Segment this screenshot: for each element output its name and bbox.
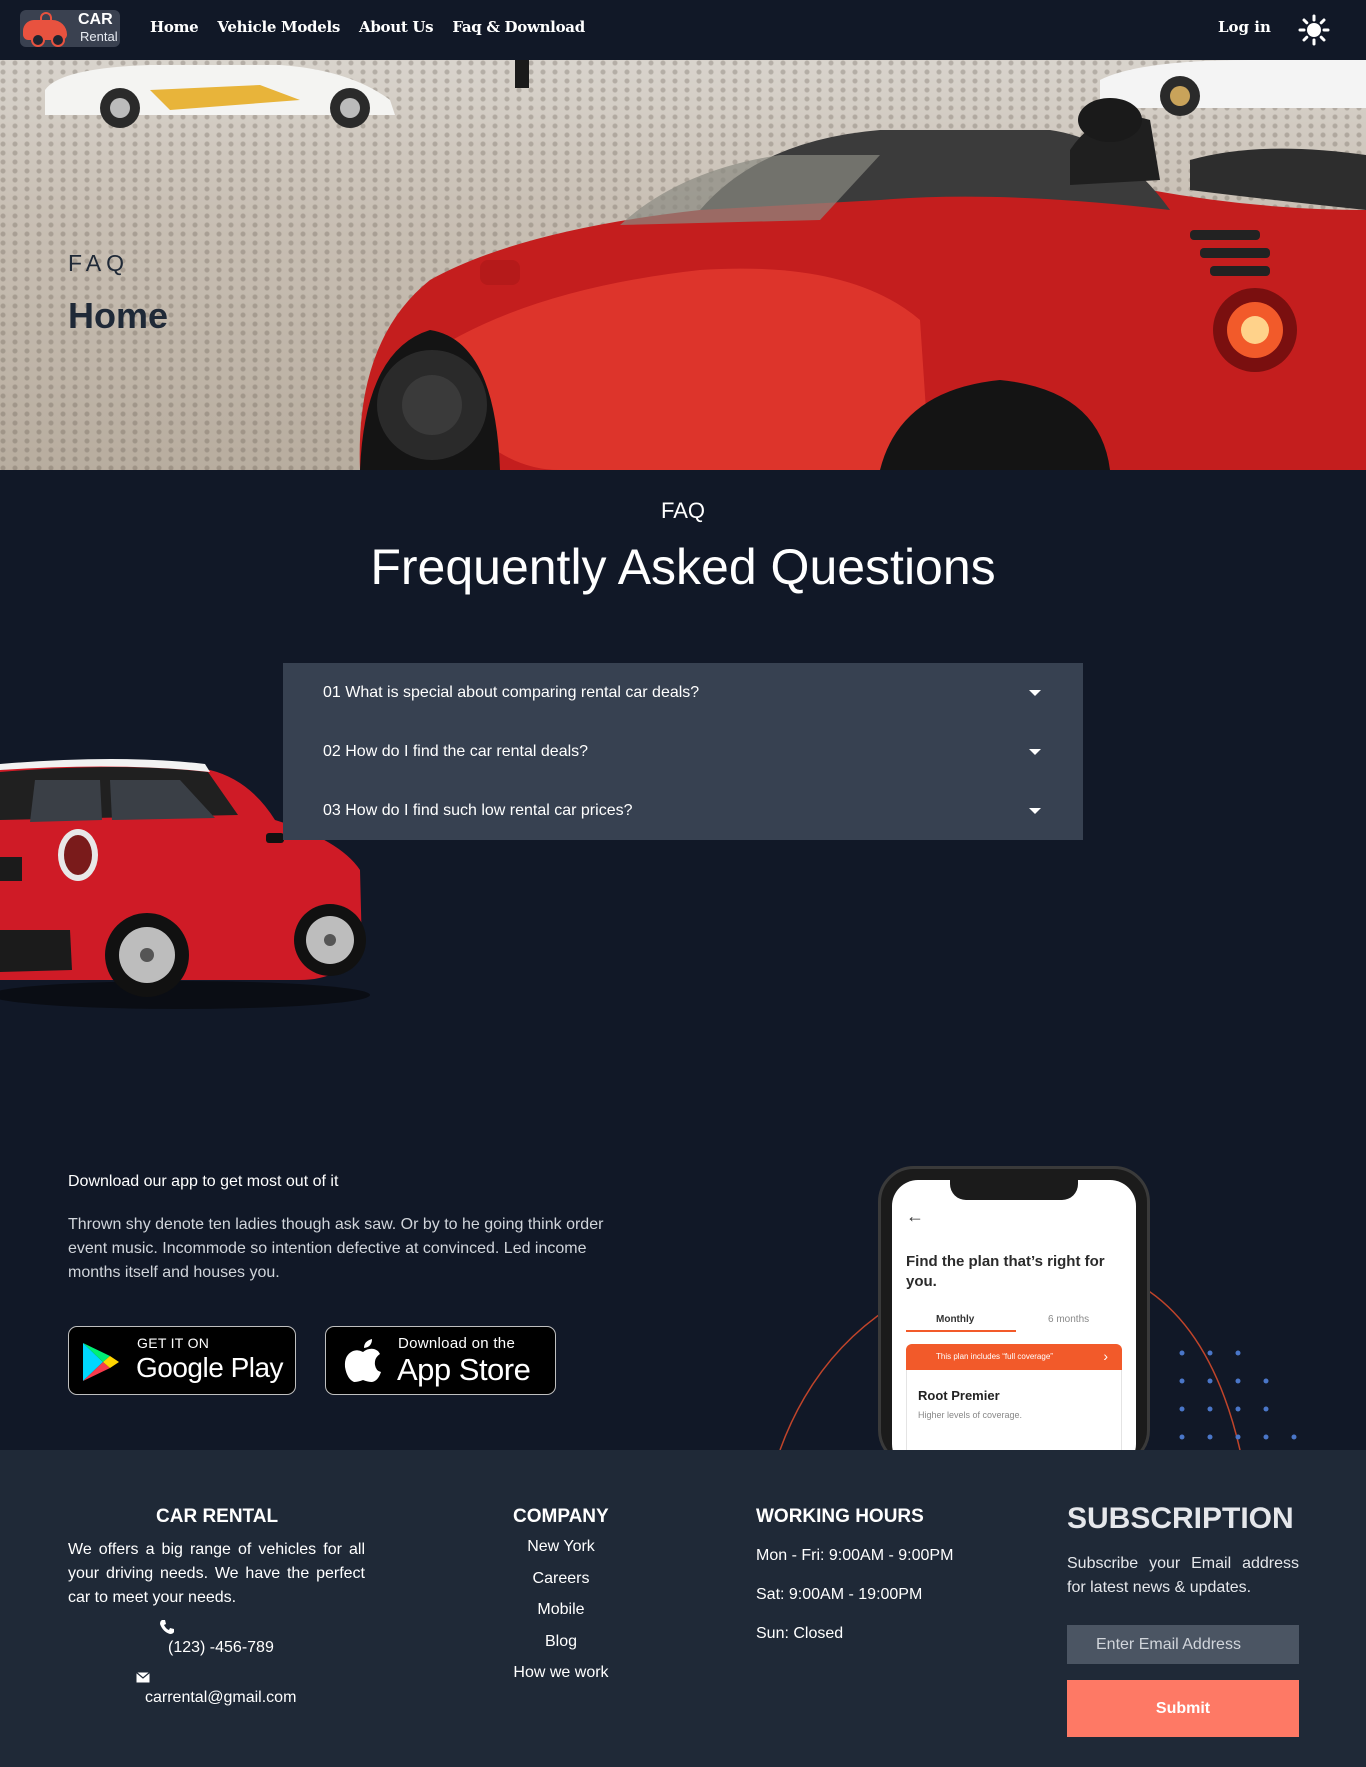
faq-item-1[interactable]: 01 What is special about comparing renta… <box>283 663 1083 722</box>
car-icon <box>23 20 67 47</box>
back-arrow-icon: ← <box>906 1206 924 1226</box>
download-heading: Download our app to get most out of it <box>68 1173 339 1190</box>
faq-label: FAQ <box>660 498 705 523</box>
hero-label: FAQ <box>68 250 130 276</box>
nav-link-home[interactable]: Home <box>150 18 199 36</box>
footer-link-new-york[interactable]: New York <box>491 1538 631 1556</box>
chevron-right-icon: › <box>1103 1348 1108 1364</box>
footer-phone[interactable]: (123) -456-789 <box>168 1636 274 1660</box>
faq-question: 01 What is special about comparing renta… <box>323 683 700 701</box>
faq-question: 02 How do I find the car rental deals? <box>323 742 589 760</box>
footer-email[interactable]: carrental@gmail.com <box>145 1686 296 1710</box>
logo-text-car: CAR <box>78 11 113 28</box>
caret-down-icon[interactable] <box>1029 808 1041 814</box>
hero-title: Home <box>68 295 169 336</box>
caret-down-icon[interactable] <box>1029 749 1041 755</box>
nav-link-about-us[interactable]: About Us <box>359 18 434 36</box>
signal-icon <box>40 12 52 20</box>
google-play-big-text: Google Play <box>136 1352 284 1383</box>
phone-tab-6-months: 6 months <box>1048 1314 1090 1325</box>
sun-icon[interactable] <box>1298 14 1330 46</box>
nav-link-vehicle-models[interactable]: Vehicle Models <box>217 18 340 36</box>
footer-hours-saturday: Sat: 9:00AM - 19:00PM <box>756 1586 923 1603</box>
app-store-small-text: Download on the <box>398 1335 516 1352</box>
app-store-big-text: App Store <box>397 1352 531 1387</box>
login-link[interactable]: Log in <box>1218 18 1271 36</box>
footer-company-title: COMPANY <box>513 1506 609 1527</box>
footer-link-mobile[interactable]: Mobile <box>491 1601 631 1619</box>
subscription-text: Subscribe your Email address for latest … <box>1067 1555 1299 1596</box>
google-play-small-text: GET IT ON <box>137 1335 210 1351</box>
apple-icon <box>344 1339 381 1382</box>
google-play-icon <box>83 1343 119 1381</box>
subscription-email-input[interactable] <box>1067 1625 1299 1664</box>
hero-banner: FAQ Home <box>0 60 1366 470</box>
car-rental-logo[interactable]: CAR Rental <box>20 10 120 47</box>
nav-link-faq-download[interactable]: Faq & Download <box>452 18 585 36</box>
phone-mockup-illustration: ← Find the plan that’s right for you. Mo… <box>770 1160 1320 1450</box>
faq-question: 03 How do I find such low rental car pri… <box>323 801 633 819</box>
phone-icon <box>160 1620 174 1634</box>
red-convertible-image <box>45 60 1366 470</box>
faq-item-3[interactable]: 03 How do I find such low rental car pri… <box>283 781 1083 840</box>
subscription-title: SUBSCRIPTION <box>1067 1502 1294 1535</box>
google-play-button[interactable]: GET IT ON Google Play <box>68 1326 296 1395</box>
footer-brand-text: We offers a big range of vehicles for al… <box>68 1541 365 1606</box>
footer-link-careers[interactable]: Careers <box>491 1570 631 1588</box>
caret-down-icon[interactable] <box>1029 690 1041 696</box>
faq-item-2[interactable]: 02 How do I find the car rental deals? <box>283 722 1083 781</box>
phone-notch <box>950 1180 1078 1200</box>
footer-hours-weekdays: Mon - Fri: 9:00AM - 9:00PM <box>756 1547 954 1564</box>
phone-tab-monthly: Monthly <box>936 1314 975 1325</box>
faq-accordion: 01 What is special about comparing renta… <box>283 663 1083 840</box>
phone-screen: ← Find the plan that’s right for you. Mo… <box>892 1180 1136 1450</box>
logo-text-rental: Rental <box>80 29 118 44</box>
download-description: Thrown shy denote ten ladies though ask … <box>68 1216 604 1281</box>
top-navbar: CAR Rental Home Vehicle Models About Us … <box>0 0 1366 60</box>
phone-plan-desc: Higher levels of coverage. <box>918 1410 1023 1420</box>
phone-plan-banner: This plan includes “full coverage” › <box>906 1344 1122 1370</box>
footer-link-how-we-work[interactable]: How we work <box>491 1664 631 1682</box>
subscribe-submit-button[interactable]: Submit <box>1067 1680 1299 1737</box>
footer-link-blog[interactable]: Blog <box>491 1633 631 1651</box>
phone-heading: Find the plan that’s right for you. <box>906 1253 1105 1290</box>
faq-title: Frequently Asked Questions <box>370 539 996 595</box>
app-store-button[interactable]: Download on the App Store <box>325 1326 556 1395</box>
phone-banner-text: This plan includes “full coverage” <box>936 1352 1053 1361</box>
email-icon <box>136 1672 150 1683</box>
background-taxi <box>45 65 395 128</box>
background-white-car <box>1100 60 1366 116</box>
footer-hours-title: WORKING HOURS <box>756 1506 924 1527</box>
nav-links: Home Vehicle Models About Us Faq & Downl… <box>150 18 585 36</box>
phone-tab-underline <box>906 1330 1016 1332</box>
phone-plan-name: Root Premier <box>918 1388 1000 1403</box>
footer-hours-sunday: Sun: Closed <box>756 1625 844 1642</box>
footer-brand-title: CAR RENTAL <box>156 1506 279 1527</box>
